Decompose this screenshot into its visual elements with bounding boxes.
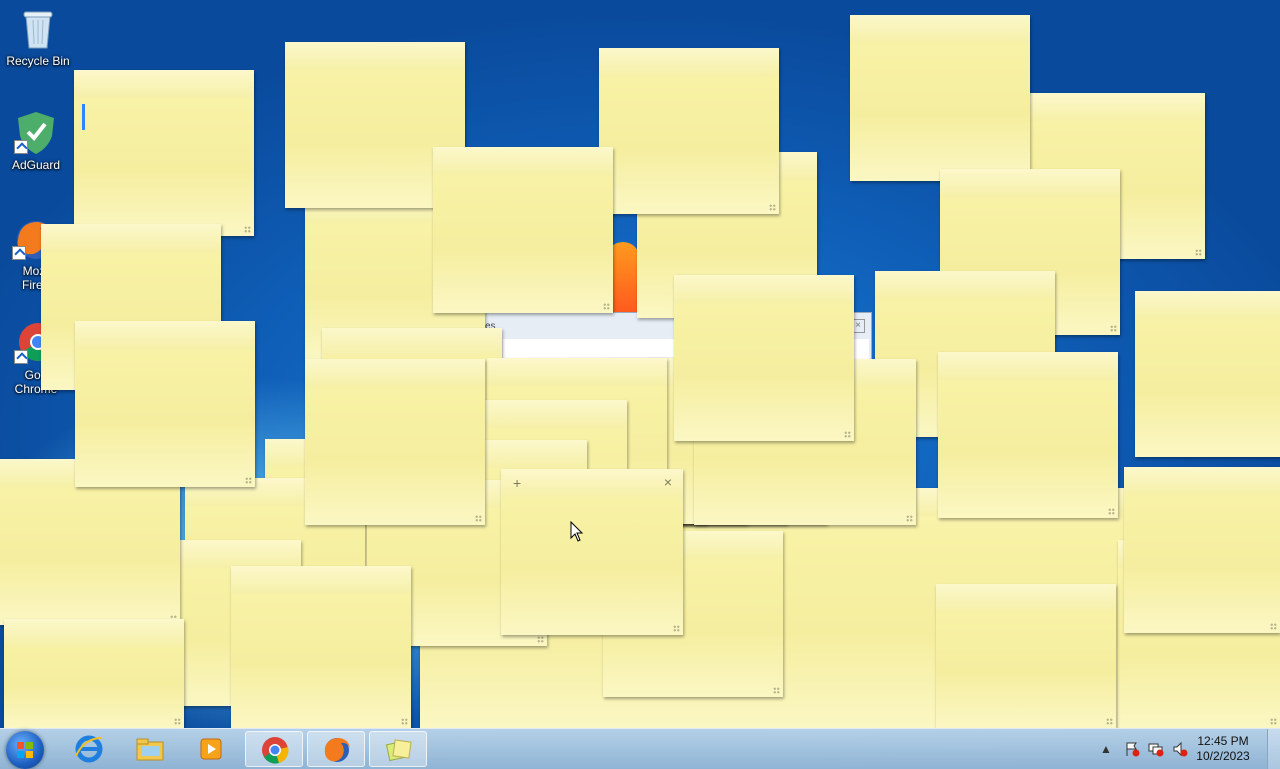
desktop-icon-label: Recycle Bin <box>6 54 70 68</box>
internet-explorer-icon <box>75 735 103 763</box>
folder-icon <box>136 738 164 761</box>
action-center-flag-icon[interactable] <box>1124 741 1140 757</box>
sticky-note[interactable] <box>1135 291 1280 457</box>
resize-grip-icon[interactable] <box>844 431 851 438</box>
taskbar-windows-explorer[interactable] <box>121 731 179 767</box>
sticky-note[interactable] <box>231 566 411 728</box>
new-note-button[interactable]: + <box>513 475 521 491</box>
resize-grip-icon[interactable] <box>906 515 913 522</box>
desktop-icon-recycle-bin[interactable]: Recycle Bin <box>0 6 76 68</box>
clock-date: 10/2/2023 <box>1196 749 1250 763</box>
resize-grip-icon[interactable] <box>673 625 680 632</box>
resize-grip-icon[interactable] <box>773 687 780 694</box>
resize-grip-icon[interactable] <box>769 204 776 211</box>
shortcut-arrow-icon <box>12 246 26 260</box>
sticky-note[interactable] <box>305 359 485 525</box>
adguard-shield-icon <box>14 110 58 154</box>
sticky-note[interactable] <box>936 584 1116 728</box>
resize-grip-icon[interactable] <box>1110 325 1117 332</box>
taskbar-chrome[interactable] <box>245 731 303 767</box>
sticky-notes-icon <box>385 739 412 762</box>
sticky-note[interactable] <box>938 352 1118 518</box>
resize-grip-icon[interactable] <box>1106 718 1113 725</box>
resize-grip-icon[interactable] <box>1270 623 1277 630</box>
system-clock[interactable]: 12:45 PM 10/2/2023 <box>1188 734 1258 764</box>
text-caret <box>82 104 85 130</box>
resize-grip-icon[interactable] <box>245 477 252 484</box>
resize-grip-icon[interactable] <box>174 718 181 725</box>
sticky-note[interactable] <box>850 15 1030 181</box>
desktop-icon-adguard[interactable]: AdGuard <box>0 110 74 172</box>
sticky-note-active[interactable]: + × <box>501 469 683 635</box>
resize-grip-icon[interactable] <box>1108 508 1115 515</box>
sticky-note[interactable] <box>433 147 613 313</box>
resize-grip-icon[interactable] <box>401 718 408 725</box>
sticky-note[interactable] <box>1124 467 1280 633</box>
close-note-button[interactable]: × <box>664 474 672 490</box>
sticky-note[interactable] <box>674 275 854 441</box>
start-button[interactable] <box>6 731 44 769</box>
resize-grip-icon[interactable] <box>537 636 544 643</box>
show-hidden-icons-button[interactable]: ▲ <box>1098 741 1114 757</box>
sticky-note[interactable] <box>75 321 255 487</box>
resize-grip-icon[interactable] <box>1195 249 1202 256</box>
shortcut-arrow-icon <box>14 350 28 364</box>
show-desktop-button[interactable] <box>1267 729 1280 769</box>
taskbar-internet-explorer[interactable] <box>60 731 118 767</box>
network-icon[interactable] <box>1148 741 1164 757</box>
clock-time: 12:45 PM <box>1197 734 1249 748</box>
resize-grip-icon[interactable] <box>475 515 482 522</box>
volume-muted-icon[interactable] <box>1172 741 1188 757</box>
sticky-note[interactable] <box>599 48 779 214</box>
resize-grip-icon[interactable] <box>1270 718 1277 725</box>
taskbar-sticky-notes[interactable] <box>369 731 427 767</box>
mouse-cursor-icon <box>570 521 584 542</box>
sticky-note[interactable] <box>4 619 184 728</box>
taskbar-media-player[interactable] <box>182 731 240 767</box>
taskbar-firefox[interactable] <box>307 731 365 767</box>
resize-grip-icon[interactable] <box>244 226 251 233</box>
media-player-icon <box>200 738 222 760</box>
resize-grip-icon[interactable] <box>603 303 610 310</box>
sticky-note[interactable] <box>74 70 254 236</box>
shortcut-arrow-icon <box>14 140 28 154</box>
firefox-icon <box>324 738 350 762</box>
taskbar: ▲ 12:45 PM 10/2/2023 <box>0 728 1280 769</box>
recycle-bin-icon <box>16 6 60 50</box>
desktop-icon-label: AdGuard <box>11 158 61 172</box>
chrome-icon <box>262 737 289 764</box>
